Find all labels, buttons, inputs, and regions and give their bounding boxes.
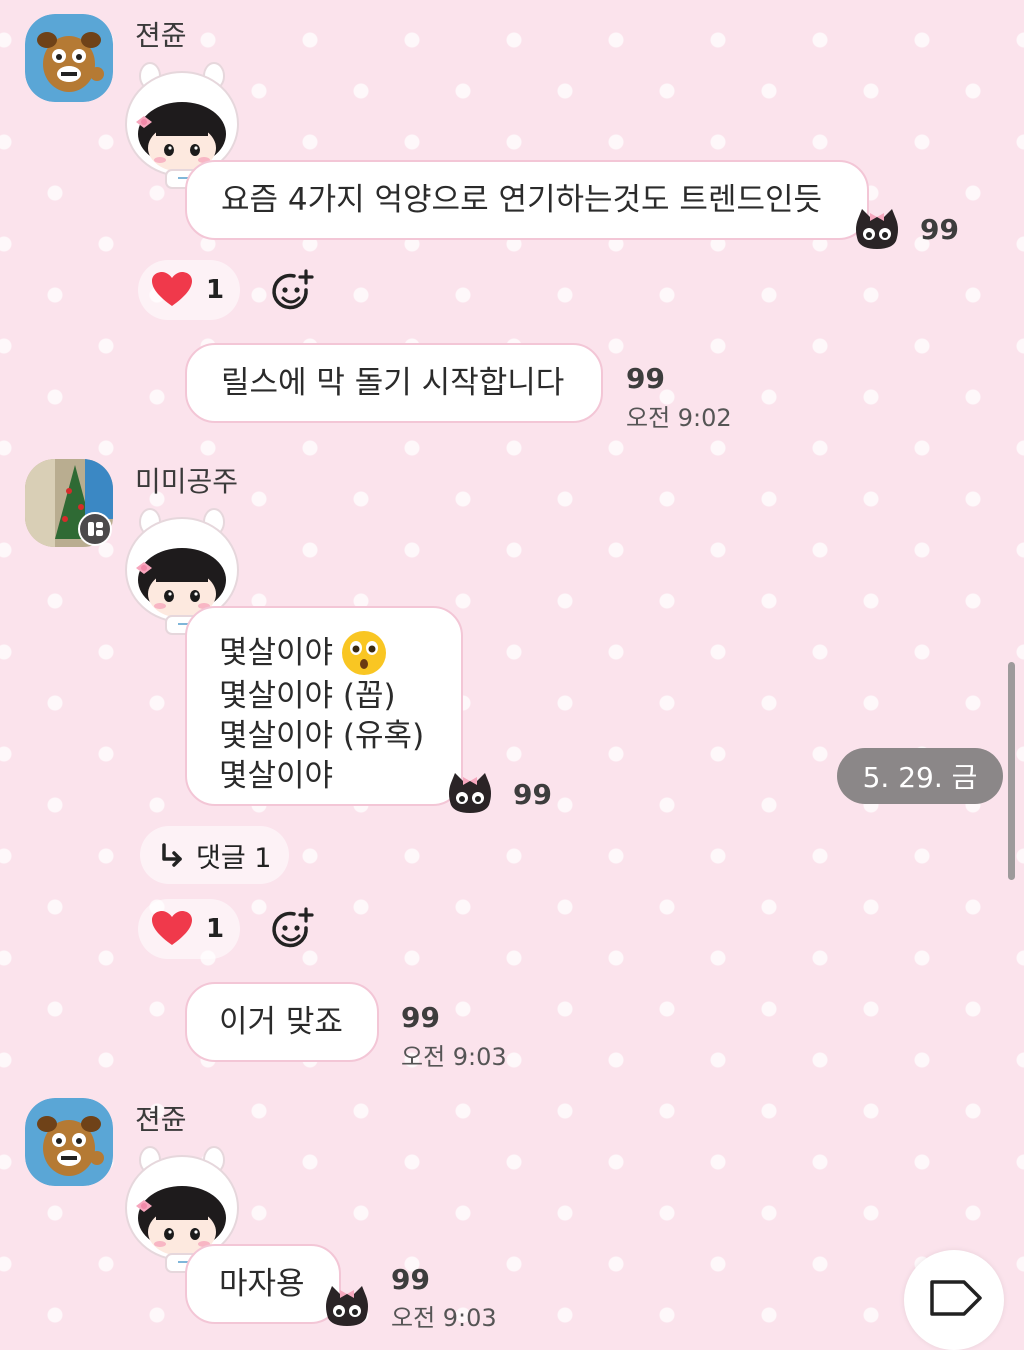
read-count: 99: [920, 213, 959, 246]
message-time: 오전 9:03: [401, 1043, 507, 1071]
sender-name: 젼쥰: [135, 1103, 187, 1136]
reply-thread-button[interactable]: 댓글 1: [140, 826, 290, 884]
message-time: 오전 9:02: [626, 404, 732, 432]
message-text: 요즘 4가지 억양으로 연기하는것도 트렌드인듯: [221, 182, 823, 218]
message-time: 오전 9:03: [391, 1304, 497, 1332]
add-emoji-icon[interactable]: [268, 268, 316, 316]
message-text: 릴스에 막 돌기 시작합니다: [221, 365, 565, 401]
reaction-count: 1: [206, 914, 225, 944]
reaction-heart[interactable]: 1: [138, 260, 240, 320]
message-line: 몇살이야 (유혹): [219, 718, 425, 754]
reaction-count: 1: [206, 275, 225, 305]
read-count: 99: [626, 362, 665, 395]
reaction-heart[interactable]: 1: [138, 899, 240, 959]
tag-button[interactable]: [904, 1250, 1004, 1350]
cat-sticker-icon: [445, 771, 495, 815]
message-text: 이거 맞죠: [219, 1004, 343, 1040]
cat-sticker-icon: [852, 207, 902, 251]
heart-icon: [152, 272, 192, 308]
message-text: 마자용: [219, 1266, 305, 1302]
tag-icon: [930, 1280, 982, 1316]
sender-name: 젼쥰: [135, 19, 187, 52]
read-count: 99: [513, 778, 552, 811]
reply-arrow-icon: [162, 843, 182, 867]
sender-name: 미미공주: [135, 465, 239, 498]
cat-sticker-icon: [322, 1284, 372, 1328]
date-indicator: 5. 29. 금: [837, 748, 1003, 804]
read-count: 99: [401, 1001, 440, 1034]
badge-icon: [78, 512, 112, 546]
avatar-jeonjun[interactable]: [25, 1098, 113, 1186]
message-bubble[interactable]: 몇살이야 몇살이야 (꼽) 몇살이야 (유혹) 몇살이야: [185, 606, 463, 806]
message-bubble[interactable]: 릴스에 막 돌기 시작합니다: [185, 343, 603, 423]
read-count: 99: [391, 1263, 430, 1296]
astonished-emoji-icon: [342, 631, 387, 675]
message-line: 몇살이야: [219, 635, 334, 671]
message-bubble[interactable]: 이거 맞죠: [185, 982, 379, 1062]
message-line: 몇살이야 (꼽): [219, 678, 396, 714]
heart-icon: [152, 911, 192, 947]
message-line: 몇살이야: [219, 758, 334, 794]
reply-label: 댓글 1: [196, 842, 272, 874]
scrollbar[interactable]: [1008, 662, 1015, 880]
add-emoji-icon[interactable]: [268, 906, 316, 954]
message-bubble[interactable]: 요즘 4가지 억양으로 연기하는것도 트렌드인듯: [185, 160, 869, 240]
message-bubble[interactable]: 마자용: [185, 1244, 341, 1324]
avatar-jeonjun[interactable]: [25, 14, 113, 102]
